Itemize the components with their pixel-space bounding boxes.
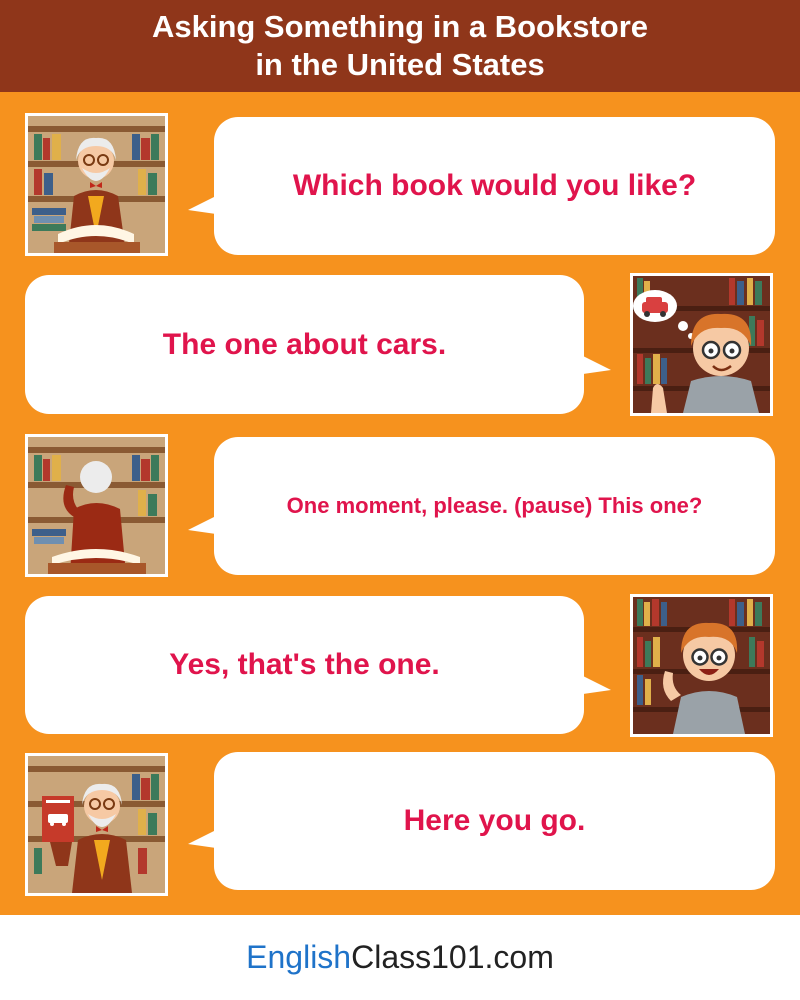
customer-portrait-1	[630, 273, 773, 416]
shopkeeper-portrait-1	[25, 113, 168, 256]
speech-bubble-tail-3	[188, 516, 216, 534]
speech-bubble-tail-4	[583, 676, 611, 694]
dialogue-line-2: The one about cars.	[162, 327, 447, 361]
speech-bubble-1: Which book would you like?	[214, 117, 775, 255]
customer-smiling-illustration	[633, 597, 770, 734]
dialogue-line-5: Here you go.	[403, 804, 586, 837]
page-title-line-1: Asking Something in a Bookstore	[151, 9, 649, 44]
shopkeeper-portrait-3	[25, 753, 168, 896]
speech-bubble-4: Yes, that's the one.	[25, 596, 584, 734]
dialogue-line-1: Which book would you like?	[292, 169, 697, 202]
footer: English Class101.com	[0, 915, 800, 1000]
shopkeeper-back-illustration	[28, 437, 165, 574]
brand-name-part-1: English	[246, 939, 352, 975]
shopkeeper-holding-book-illustration	[28, 756, 165, 893]
shopkeeper-illustration	[28, 116, 165, 253]
speech-bubble-5: Here you go.	[214, 752, 775, 890]
customer-thinking-illustration	[633, 276, 770, 413]
header-banner: Asking Something in a Bookstore in the U…	[0, 0, 800, 92]
dialogue-line-4: Yes, that's the one.	[169, 648, 440, 681]
customer-portrait-2	[630, 594, 773, 737]
brand-name-part-2: Class101.com	[351, 939, 554, 975]
speech-bubble-2: The one about cars.	[25, 275, 584, 414]
speech-bubble-tail-2	[583, 356, 611, 374]
infographic: Asking Something in a Bookstore in the U…	[0, 0, 800, 1000]
dialogue-line-3: One moment, please. (pause) This one?	[286, 493, 703, 518]
speech-bubble-3: One moment, please. (pause) This one?	[214, 437, 775, 575]
speech-bubble-tail-1	[188, 196, 216, 214]
shopkeeper-portrait-2	[25, 434, 168, 577]
speech-bubble-tail-5	[188, 830, 216, 848]
page-title-line-2: in the United States	[255, 47, 545, 82]
